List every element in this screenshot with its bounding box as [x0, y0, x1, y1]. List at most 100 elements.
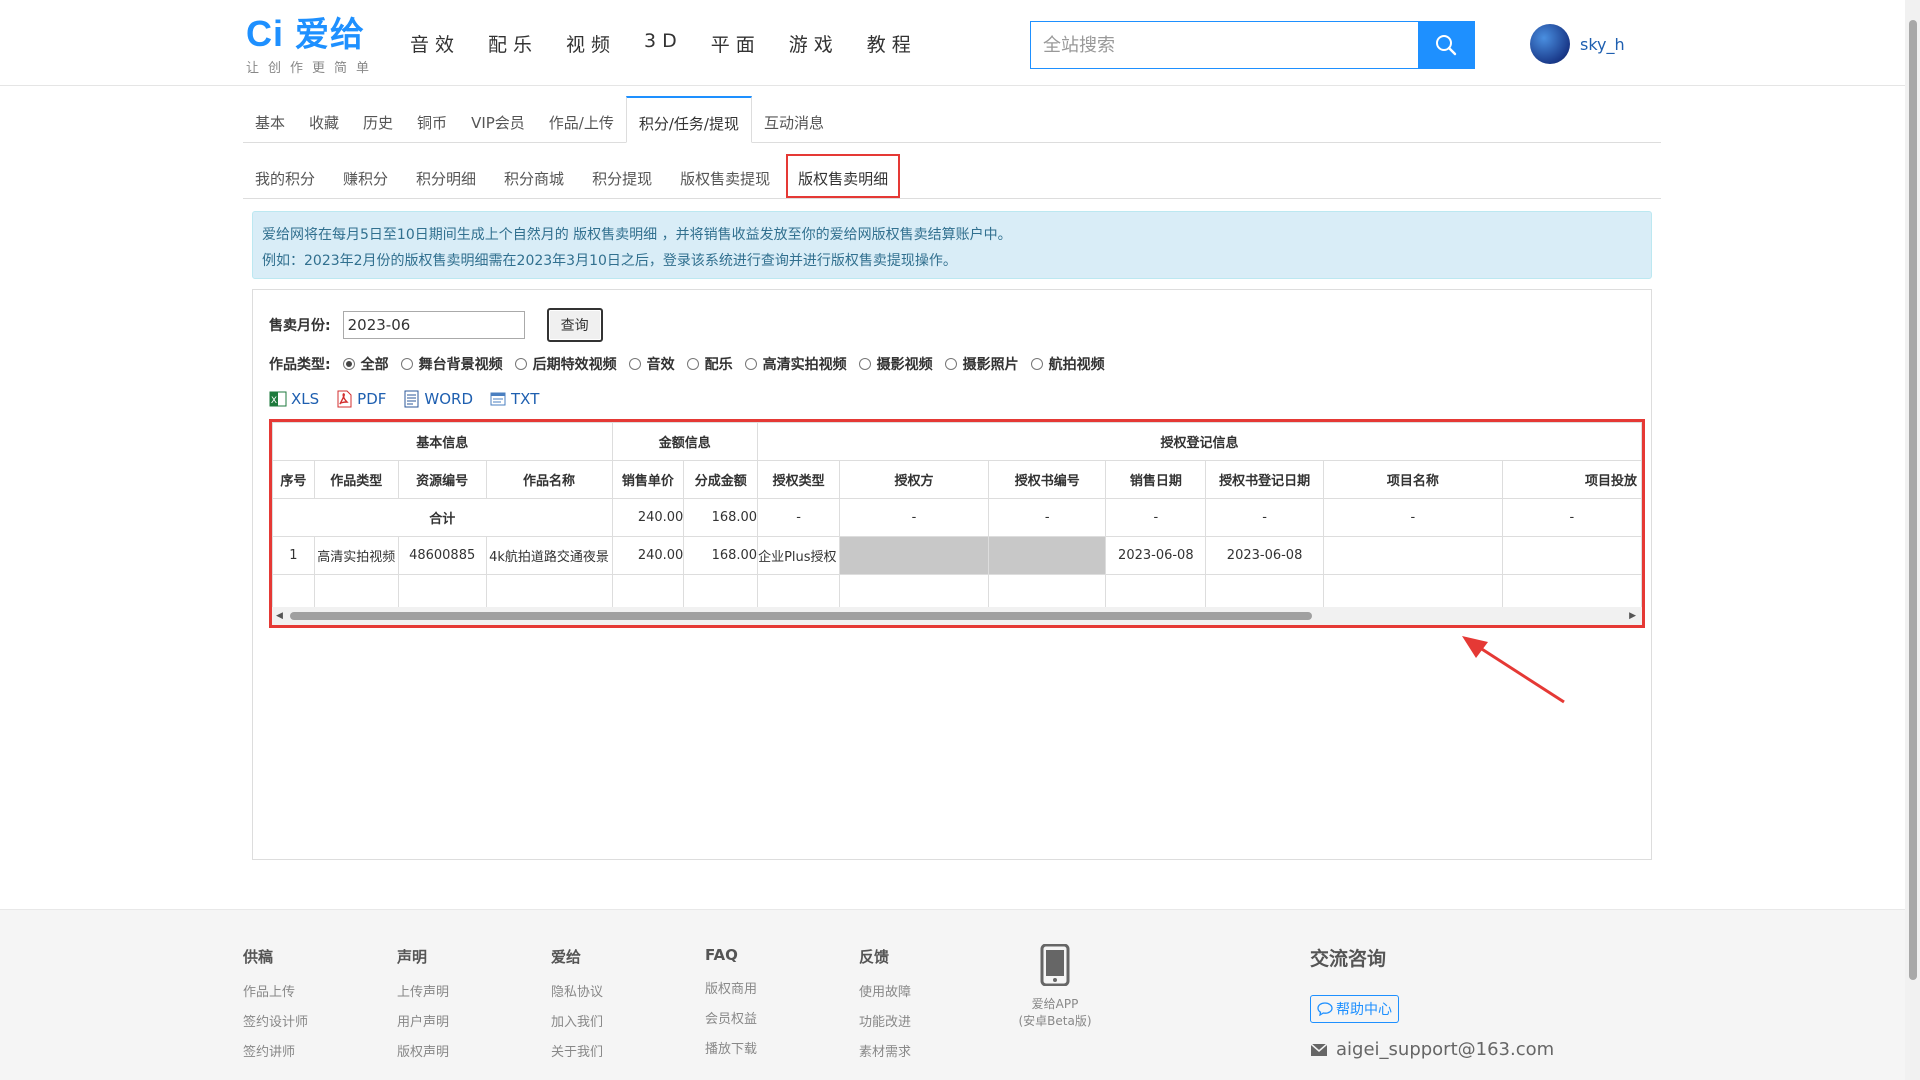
cell-unit-price: 240.00	[611, 536, 685, 575]
sales-detail-panel: 售卖月份: 查询 作品类型: 全部 舞台背景视频 后期特效视频 音效 配乐 高清…	[252, 289, 1652, 860]
total-placement: -	[1501, 498, 1642, 537]
footer-link-member-rights[interactable]: 会员权益	[705, 1008, 757, 1027]
footer-link-commercial[interactable]: 版权商用	[705, 978, 757, 997]
tab-points-tasks-withdraw[interactable]: 积分/任务/提现	[625, 96, 752, 143]
col-reg-date: 授权书登记日期	[1205, 460, 1324, 499]
footer-head: 反馈	[859, 948, 890, 966]
group-basic-info: 基本信息	[272, 422, 613, 461]
footer-link-about[interactable]: 关于我们	[551, 1041, 603, 1060]
tab-history[interactable]: 历史	[351, 96, 405, 143]
export-txt-link[interactable]: TXT	[489, 390, 539, 408]
type-option-photo[interactable]: 摄影照片	[944, 354, 1019, 374]
total-project: -	[1322, 498, 1503, 537]
app-download[interactable]: 爱给APP (安卓Beta版)	[1010, 943, 1100, 1030]
export-bar: X XLS PDF WORD TXT	[269, 390, 555, 408]
month-input[interactable]	[342, 311, 525, 339]
nav-music[interactable]: 配乐	[488, 30, 538, 57]
logo-text: 爱给	[295, 16, 366, 54]
total-sale-date: -	[1105, 498, 1207, 537]
search-input[interactable]	[1031, 22, 1418, 68]
footer-link-upload-statement[interactable]: 上传声明	[397, 981, 449, 1000]
col-auth-type: 授权类型	[757, 460, 841, 499]
type-option-aerial-video[interactable]: 航拍视频	[1030, 354, 1105, 374]
tab-earn-points[interactable]: 赚积分	[331, 154, 400, 198]
username[interactable]: sky_h	[1580, 35, 1625, 54]
cell-auth-type: 企业Plus授权	[757, 536, 841, 575]
contact-section: 交流咨询 帮助中心 aigei_support@163.com	[1310, 944, 1554, 1060]
search-button[interactable]	[1418, 22, 1474, 68]
mail-icon	[1310, 1042, 1328, 1056]
export-xls-link[interactable]: X XLS	[269, 390, 319, 408]
scrollbar-thumb[interactable]	[290, 612, 1312, 620]
group-license-info: 授权登记信息	[757, 422, 1642, 461]
tab-coins[interactable]: 铜币	[405, 96, 459, 143]
svg-text:X: X	[271, 396, 277, 406]
footer-link-improve[interactable]: 功能改进	[859, 1011, 911, 1030]
type-option-photo-video[interactable]: 摄影视频	[858, 354, 933, 374]
type-option-music[interactable]: 配乐	[686, 354, 733, 374]
footer-link-join-us[interactable]: 加入我们	[551, 1011, 603, 1030]
user-menu[interactable]: sky_h	[1530, 24, 1625, 64]
footer-link-copyright-statement[interactable]: 版权声明	[397, 1041, 449, 1060]
footer-link-designer[interactable]: 签约设计师	[243, 1011, 308, 1030]
tab-messages[interactable]: 互动消息	[752, 96, 836, 143]
type-option-stage-bg-video[interactable]: 舞台背景视频	[400, 354, 503, 374]
pdf-icon	[337, 390, 352, 408]
col-cert-no: 授权书编号	[987, 460, 1107, 499]
export-word-link[interactable]: WORD	[402, 390, 473, 408]
sales-table: 基本信息 金额信息 授权登记信息 序号 作品类型 资源编号 作品名称 销售单价 …	[272, 422, 1642, 613]
radio-icon	[400, 358, 413, 370]
nav-video[interactable]: 视频	[566, 30, 616, 57]
tab-works-upload[interactable]: 作品/上传	[537, 96, 626, 143]
type-option-all[interactable]: 全部	[342, 354, 389, 374]
footer-col-contribute: 供稿 作品上传 签约设计师 签约讲师	[243, 946, 308, 1071]
tab-vip[interactable]: VIP会员	[459, 96, 537, 143]
primary-tabs: 基本 收藏 历史 铜币 VIP会员 作品/上传 积分/任务/提现 互动消息	[243, 96, 1661, 143]
col-resource-id: 资源编号	[397, 460, 487, 499]
tab-copyright-withdraw[interactable]: 版权售卖提现	[668, 154, 782, 198]
footer-link-upload[interactable]: 作品上传	[243, 981, 308, 1000]
nav-tutorial[interactable]: 教程	[867, 30, 917, 57]
page-vertical-scrollbar[interactable]	[1905, 0, 1920, 1080]
support-email[interactable]: aigei_support@163.com	[1310, 1039, 1554, 1060]
month-filter: 售卖月份: 查询	[269, 308, 603, 342]
avatar[interactable]	[1530, 24, 1570, 64]
nav-graphic[interactable]: 平面	[711, 30, 761, 57]
table-group-header-row: 基本信息 金额信息 授权登记信息	[272, 422, 1642, 461]
col-type: 作品类型	[313, 460, 399, 499]
table-header-row: 序号 作品类型 资源编号 作品名称 销售单价 分成金额 授权类型 授权方 授权书…	[272, 460, 1642, 499]
type-option-hd-footage[interactable]: 高清实拍视频	[744, 354, 847, 374]
scroll-right-arrow-icon[interactable]: ▶	[1629, 611, 1636, 621]
col-project: 项目名称	[1322, 460, 1503, 499]
tab-favorites[interactable]: 收藏	[297, 96, 351, 143]
page-scrollbar-thumb[interactable]	[1909, 20, 1917, 980]
tab-copyright-sales-detail[interactable]: 版权售卖明细	[786, 154, 901, 198]
tab-points-mall[interactable]: 积分商城	[492, 154, 576, 198]
radio-icon	[514, 358, 527, 370]
help-center-button[interactable]: 帮助中心	[1310, 995, 1399, 1023]
tab-points-detail[interactable]: 积分明细	[404, 154, 488, 198]
chat-icon	[1317, 1002, 1333, 1016]
footer-link-download[interactable]: 播放下载	[705, 1038, 757, 1057]
total-cert-no: -	[987, 498, 1107, 537]
type-option-sound-effect[interactable]: 音效	[628, 354, 675, 374]
site-logo[interactable]: Ci 爱给 让创作更简单	[246, 14, 386, 80]
footer-link-material-request[interactable]: 素材需求	[859, 1041, 911, 1060]
footer-link-privacy[interactable]: 隐私协议	[551, 981, 603, 1000]
tab-basic[interactable]: 基本	[243, 96, 297, 143]
nav-game[interactable]: 游戏	[789, 30, 839, 57]
tab-my-points[interactable]: 我的积分	[243, 154, 327, 198]
footer-link-user-statement[interactable]: 用户声明	[397, 1011, 449, 1030]
nav-sound-effects[interactable]: 音效	[410, 30, 460, 57]
type-option-vfx-video[interactable]: 后期特效视频	[514, 354, 617, 374]
radio-icon	[686, 358, 699, 370]
total-licensor: -	[839, 498, 989, 537]
tab-points-withdraw[interactable]: 积分提现	[580, 154, 664, 198]
export-pdf-link[interactable]: PDF	[335, 390, 386, 408]
nav-3d[interactable]: 3D	[644, 30, 683, 57]
footer-link-bug[interactable]: 使用故障	[859, 981, 911, 1000]
table-horizontal-scrollbar[interactable]: ◀ ▶	[272, 607, 1642, 625]
query-button[interactable]: 查询	[546, 308, 603, 342]
footer-link-lecturer[interactable]: 签约讲师	[243, 1041, 308, 1060]
scroll-left-arrow-icon[interactable]: ◀	[276, 611, 283, 621]
